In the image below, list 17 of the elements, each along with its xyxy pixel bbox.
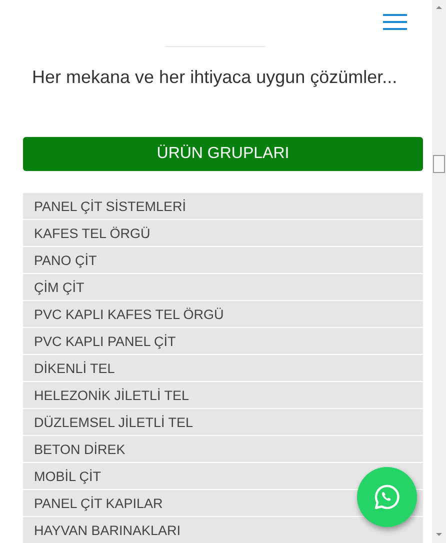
category-link[interactable]: BETON DİREK bbox=[23, 436, 423, 463]
category-link[interactable]: PANO ÇİT bbox=[23, 247, 423, 274]
category-link[interactable]: ÇİM ÇİT bbox=[23, 274, 423, 301]
tagline: Her mekana ve her ihtiyaca uygun çözümler... bbox=[31, 66, 398, 89]
category-link[interactable]: PANEL ÇİT SİSTEMLERİ bbox=[23, 193, 423, 220]
chat-phone-icon bbox=[373, 483, 401, 511]
scrollbar[interactable] bbox=[432, 0, 446, 543]
category-link[interactable]: PVC KAPLI KAFES TEL ÖRGÜ bbox=[23, 301, 423, 328]
category-link[interactable]: DİKENLİ TEL bbox=[23, 355, 423, 382]
menu-icon bbox=[383, 14, 407, 30]
category-link[interactable]: PVC KAPLI PANEL ÇİT bbox=[23, 328, 423, 355]
product-groups-button[interactable]: ÜRÜN GRUPLARI bbox=[23, 137, 423, 171]
category-link[interactable]: MOBİL ÇİT bbox=[23, 463, 423, 490]
category-link[interactable]: HELEZONİK JİLETLİ TEL bbox=[23, 382, 423, 409]
category-link[interactable]: HAYVAN BARINAKLARI bbox=[23, 517, 423, 543]
category-link[interactable]: KAFES TEL ÖRGÜ bbox=[23, 220, 423, 247]
category-link[interactable]: DÜZLEMSEL JİLETLİ TEL bbox=[23, 409, 423, 436]
